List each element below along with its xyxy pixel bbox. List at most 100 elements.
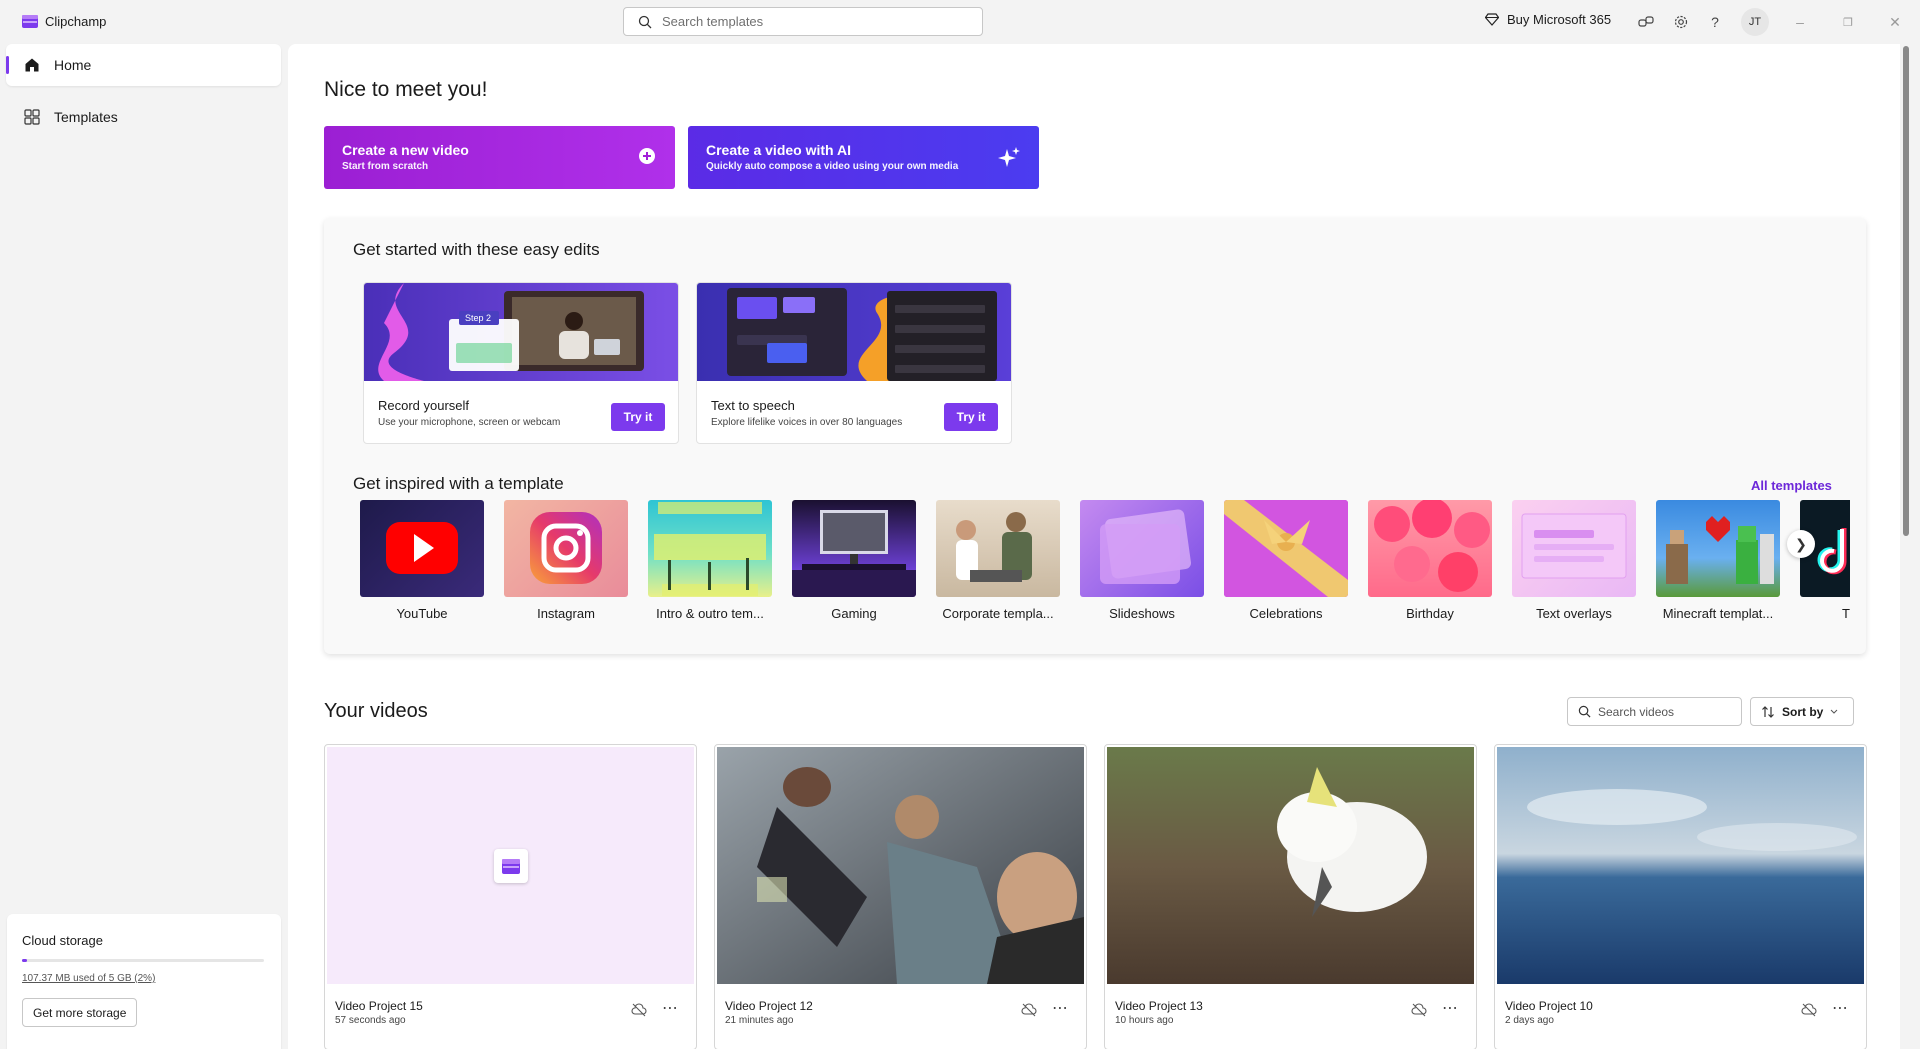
record-yourself-card[interactable]: Step 2 Record yourself Use your micropho…: [363, 282, 679, 444]
search-videos-box[interactable]: [1567, 697, 1742, 726]
settings-gear-icon[interactable]: [1671, 12, 1691, 32]
cloud-off-icon: [1801, 1003, 1817, 1017]
cta-title: Create a video with AI: [706, 142, 851, 158]
user-avatar[interactable]: JT: [1741, 8, 1769, 36]
clipchamp-placeholder-icon: [493, 848, 528, 883]
template-gaming[interactable]: Gaming: [792, 500, 918, 621]
gift-graphic: [1224, 500, 1348, 597]
video-time: 10 hours ago: [1115, 1015, 1174, 1026]
video-title: Video Project 10: [1505, 999, 1593, 1013]
template-instagram[interactable]: Instagram: [504, 500, 630, 621]
create-video-with-ai-button[interactable]: Create a video with AI Quickly auto comp…: [688, 126, 1039, 189]
template-corporate[interactable]: Corporate templa...: [936, 500, 1062, 621]
more-options-icon[interactable]: ⋯: [1052, 998, 1069, 1018]
gaming-setup-graphic: [792, 510, 916, 597]
chevron-down-icon: [1830, 709, 1838, 714]
text-to-speech-thumbnail: [697, 283, 1011, 381]
template-thumbnail: [936, 500, 1060, 597]
cta-subtitle: Start from scratch: [342, 161, 429, 172]
template-label: Instagram: [537, 606, 595, 621]
cloud-storage-title: Cloud storage: [22, 933, 103, 948]
get-more-storage-button[interactable]: Get more storage: [22, 998, 138, 1027]
storage-progress-bar: [22, 959, 264, 962]
buy-microsoft-365-button[interactable]: Buy Microsoft 365: [1485, 12, 1611, 27]
plus-circle-icon: [639, 148, 655, 164]
template-tiktok[interactable]: TikTok: [1800, 500, 1850, 621]
youtube-icon: [386, 522, 458, 574]
try-it-button[interactable]: Try it: [611, 403, 665, 431]
search-templates-box[interactable]: [623, 7, 983, 36]
create-new-video-button[interactable]: Create a new video Start from scratch: [324, 126, 675, 189]
close-icon[interactable]: ✕: [1880, 10, 1910, 34]
video-card[interactable]: Video Project 10 2 days ago ⋯: [1494, 744, 1867, 1049]
sidebar-item-label: Home: [54, 57, 92, 73]
sidebar-item-templates[interactable]: Templates: [6, 96, 281, 138]
minecraft-graphic: [1666, 516, 1774, 584]
sidebar-item-label: Templates: [54, 109, 118, 125]
video-card[interactable]: Video Project 15 57 seconds ago ⋯: [324, 744, 697, 1049]
search-videos-input[interactable]: [1598, 704, 1738, 719]
video-thumbnail: [1107, 747, 1474, 984]
template-intro-outro[interactable]: Intro & outro tem...: [648, 500, 774, 621]
help-icon[interactable]: ?: [1705, 12, 1725, 32]
more-options-icon[interactable]: ⋯: [662, 998, 679, 1018]
template-birthday[interactable]: Birthday: [1368, 500, 1494, 621]
search-icon: [1578, 705, 1591, 718]
template-slideshows[interactable]: Slideshows: [1080, 500, 1206, 621]
template-label: Birthday: [1406, 606, 1454, 621]
template-minecraft[interactable]: Minecraft templat...: [1656, 500, 1782, 621]
templates-next-chevron-icon[interactable]: ❯: [1787, 530, 1815, 558]
main-scrollbar[interactable]: [1903, 46, 1909, 536]
template-label: YouTube: [396, 606, 448, 621]
template-thumbnail: [1512, 500, 1636, 597]
buy-microsoft-365-label: Buy Microsoft 365: [1507, 12, 1612, 27]
step-badge-text: Step 2: [465, 313, 491, 323]
share-icon[interactable]: [1636, 12, 1656, 32]
balloons-graphic: [1374, 500, 1490, 592]
clipchamp-logo-icon: [22, 15, 38, 28]
sparkle-icon: [998, 147, 1020, 167]
sidebar-item-home[interactable]: Home: [6, 44, 281, 86]
template-thumbnail: [648, 500, 772, 597]
page-greeting: Nice to meet you!: [324, 78, 488, 101]
sort-arrows-icon: [1762, 705, 1774, 718]
template-celebrations[interactable]: Celebrations: [1224, 500, 1350, 621]
template-youtube[interactable]: YouTube: [360, 500, 486, 621]
video-time: 2 days ago: [1505, 1015, 1554, 1026]
cloud-off-icon: [1021, 1003, 1037, 1017]
sort-by-dropdown[interactable]: Sort by: [1750, 697, 1854, 726]
your-videos-title: Your videos: [324, 700, 428, 722]
template-text-overlays[interactable]: Text overlays: [1512, 500, 1638, 621]
restore-icon[interactable]: ❐: [1833, 10, 1863, 34]
templates-carousel: YouTube Instagram Intro & outro tem... G…: [360, 500, 1850, 630]
channel-name-graphic: [654, 502, 766, 596]
text-to-speech-card[interactable]: Text to speech Explore lifelike voices i…: [696, 282, 1012, 444]
main-panel: Nice to meet you! Create a new video Sta…: [288, 44, 1900, 1049]
all-templates-link[interactable]: All templates: [1751, 478, 1832, 493]
app-title: Clipchamp: [45, 14, 107, 29]
edit-card-subtitle: Use your microphone, screen or webcam: [378, 417, 561, 428]
template-thumbnail: [1224, 500, 1348, 597]
template-label: Text overlays: [1536, 606, 1612, 621]
template-label: Intro & outro tem...: [656, 606, 764, 621]
template-thumbnail: [1080, 500, 1204, 597]
templates-section-title: Get inspired with a template: [353, 474, 564, 493]
edit-card-title: Record yourself: [378, 398, 470, 413]
diamond-icon: [1485, 13, 1499, 26]
more-options-icon[interactable]: ⋯: [1832, 998, 1849, 1018]
video-time: 57 seconds ago: [335, 1015, 406, 1026]
search-templates-input[interactable]: [662, 14, 962, 29]
video-card[interactable]: Video Project 12 21 minutes ago ⋯: [714, 744, 1087, 1049]
video-card[interactable]: Video Project 13 10 hours ago ⋯: [1104, 744, 1477, 1049]
more-options-icon[interactable]: ⋯: [1442, 998, 1459, 1018]
video-title: Video Project 13: [1115, 999, 1203, 1013]
templates-icon: [24, 109, 40, 125]
edit-card-subtitle: Explore lifelike voices in over 80 langu…: [711, 417, 903, 428]
storage-usage-link[interactable]: 107.37 MB used of 5 GB (2%): [22, 973, 155, 984]
instagram-icon: [530, 512, 602, 584]
cloud-off-icon: [1411, 1003, 1427, 1017]
text-overlay-graphic: [1521, 513, 1627, 579]
try-it-button[interactable]: Try it: [944, 403, 998, 431]
video-title: Video Project 12: [725, 999, 813, 1013]
minimize-icon[interactable]: –: [1785, 10, 1815, 34]
